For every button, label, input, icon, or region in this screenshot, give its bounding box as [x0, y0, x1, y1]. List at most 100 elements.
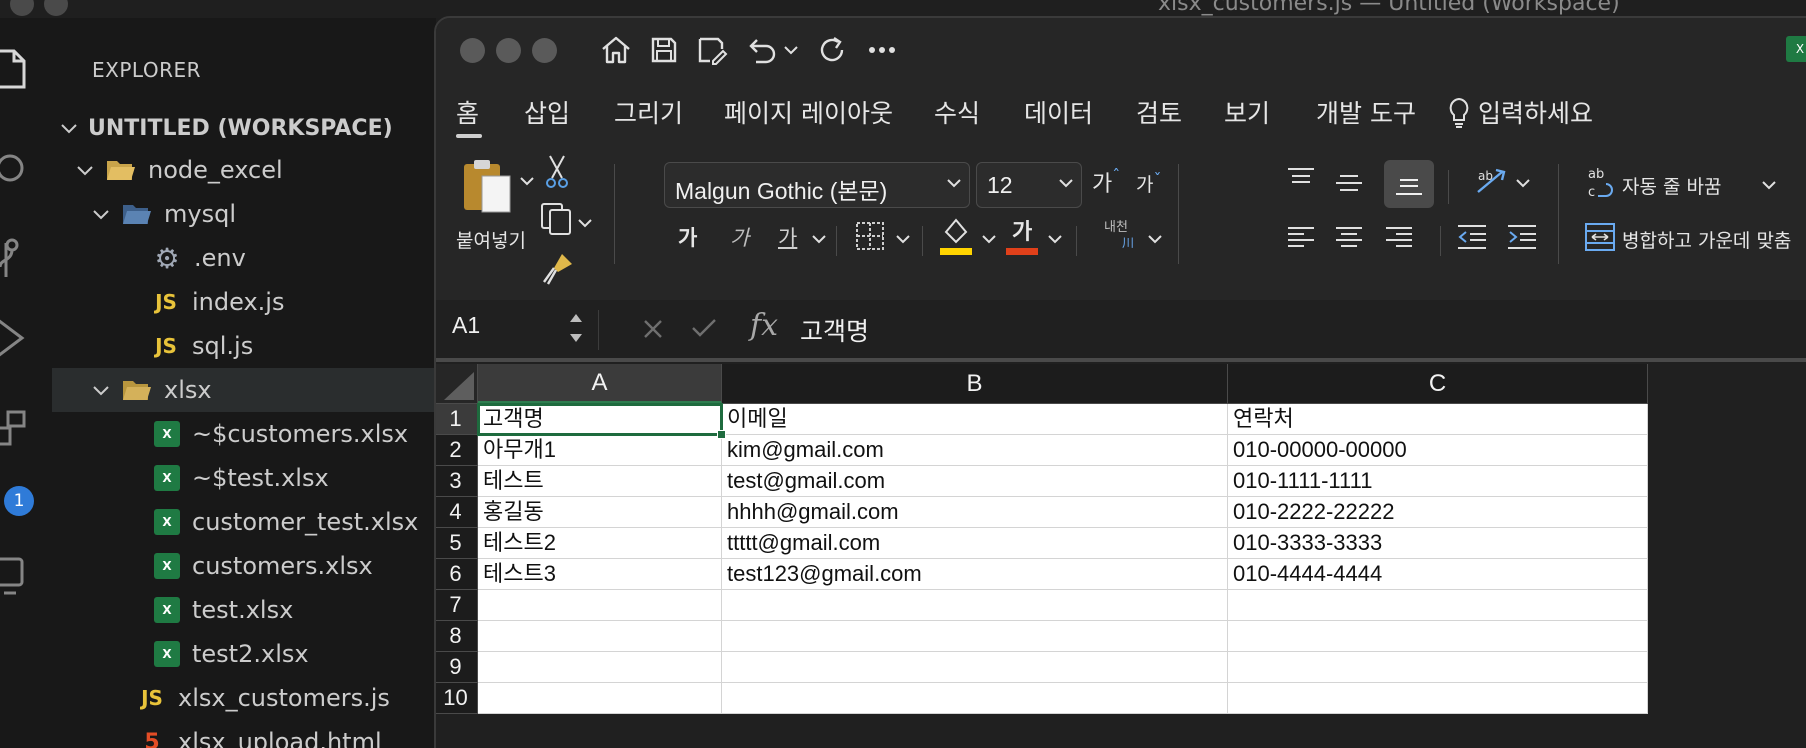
- font-color-button[interactable]: 가: [1006, 214, 1042, 256]
- borders-icon[interactable]: [854, 220, 886, 252]
- align-top-icon[interactable]: [1286, 166, 1316, 190]
- cell-c2[interactable]: 010-00000-00000: [1228, 435, 1648, 466]
- wrap-text-button[interactable]: ab c 자동 줄 바꿈: [1586, 164, 1776, 204]
- row-header[interactable]: 9: [436, 652, 478, 683]
- tab-view[interactable]: 보기: [1224, 94, 1270, 130]
- tree-item-node-excel[interactable]: node_excel: [52, 148, 436, 192]
- excel-minimize-dot[interactable]: [496, 38, 521, 63]
- workspace-section[interactable]: UNTITLED (WORKSPACE): [52, 106, 436, 150]
- cell-c7[interactable]: [1228, 590, 1648, 621]
- cell-a2[interactable]: 아무개1: [478, 435, 722, 466]
- row-header[interactable]: 7: [436, 590, 478, 621]
- cell-b3[interactable]: test@gmail.com: [722, 466, 1228, 497]
- cell-c8[interactable]: [1228, 621, 1648, 652]
- row-header[interactable]: 2: [436, 435, 478, 466]
- cell-b10[interactable]: [722, 683, 1228, 714]
- tab-insert[interactable]: 삽입: [524, 94, 570, 130]
- redo-button[interactable]: [812, 30, 852, 70]
- copy-icon[interactable]: [540, 202, 574, 236]
- cell-c10[interactable]: [1228, 683, 1648, 714]
- cell-a1[interactable]: 고객명: [477, 403, 723, 436]
- tree-item-xlsx-folder[interactable]: xlsx: [52, 368, 436, 412]
- align-center-icon[interactable]: [1334, 222, 1364, 252]
- name-box-stepper-icon[interactable]: [568, 308, 584, 348]
- more-commands-button[interactable]: [862, 30, 902, 70]
- cell-c5[interactable]: 010-3333-3333: [1228, 528, 1648, 559]
- chevron-down-icon[interactable]: [1048, 234, 1062, 244]
- chevron-down-icon[interactable]: [1516, 178, 1530, 188]
- decrease-indent-icon[interactable]: [1456, 222, 1488, 252]
- font-size-select[interactable]: 12: [976, 162, 1082, 208]
- tree-item-xlsx-file[interactable]: X ~$test.xlsx: [52, 456, 436, 500]
- cell-a8[interactable]: [478, 621, 722, 652]
- cell-b7[interactable]: [722, 590, 1228, 621]
- cell-c4[interactable]: 010-2222-22222: [1228, 497, 1648, 528]
- chevron-down-icon[interactable]: [520, 176, 534, 186]
- cell-c3[interactable]: 010-1111-1111: [1228, 466, 1648, 497]
- align-right-icon[interactable]: [1384, 222, 1414, 252]
- chevron-down-icon[interactable]: [578, 218, 592, 228]
- cell-b6[interactable]: test123@gmail.com: [722, 559, 1228, 590]
- cell-b9[interactable]: [722, 652, 1228, 683]
- tree-item-sql-js[interactable]: JS sql.js: [52, 324, 436, 368]
- tell-me-search[interactable]: 입력하세요: [1478, 94, 1593, 130]
- tree-item-xlsx-customers-js[interactable]: JS xlsx_customers.js: [52, 676, 436, 720]
- cell-b8[interactable]: [722, 621, 1228, 652]
- chevron-down-icon[interactable]: [982, 234, 996, 244]
- format-painter-icon[interactable]: [542, 252, 574, 286]
- column-header[interactable]: A: [478, 364, 722, 404]
- phonetic-guide-button[interactable]: 내천: [1104, 216, 1128, 235]
- tree-item-mysql[interactable]: mysql: [52, 192, 436, 236]
- explorer-activity[interactable]: [0, 40, 52, 100]
- tree-item-xlsx-file[interactable]: X test.xlsx: [52, 588, 436, 632]
- cell-a6[interactable]: 테스트3: [478, 559, 722, 590]
- fill-color-icon[interactable]: [938, 214, 974, 256]
- tree-item-xlsx-file[interactable]: X customer_test.xlsx: [52, 500, 436, 544]
- grow-font-button[interactable]: 가ˆ: [1092, 166, 1120, 198]
- shrink-font-button[interactable]: 가ˇ: [1136, 170, 1161, 197]
- tree-item-xlsx-upload-html[interactable]: 5 xlsx_upload.html: [52, 720, 436, 748]
- formula-input[interactable]: 고객명: [800, 312, 869, 348]
- insert-function-icon[interactable]: fx: [750, 308, 778, 343]
- column-header[interactable]: B: [722, 364, 1228, 404]
- cell-c1[interactable]: 연락처: [1228, 404, 1648, 435]
- chevron-down-icon[interactable]: [896, 234, 910, 244]
- cell-b2[interactable]: kim@gmail.com: [722, 435, 1228, 466]
- row-header[interactable]: 10: [436, 683, 478, 714]
- source-control-activity[interactable]: [0, 228, 52, 288]
- tab-developer[interactable]: 개발 도구: [1316, 94, 1416, 130]
- row-header[interactable]: 1: [436, 404, 478, 435]
- tree-item-xlsx-file[interactable]: X customers.xlsx: [52, 544, 436, 588]
- cancel-icon[interactable]: [642, 318, 664, 340]
- bold-button[interactable]: 가: [678, 222, 697, 252]
- tree-item-xlsx-file[interactable]: X ~$customers.xlsx: [52, 412, 436, 456]
- excel-zoom-dot[interactable]: [532, 38, 557, 63]
- row-header[interactable]: 6: [436, 559, 478, 590]
- tree-item-env[interactable]: ⚙ .env: [52, 236, 436, 280]
- window-minimize-dot[interactable]: [44, 0, 68, 16]
- cell-a3[interactable]: 테스트: [478, 466, 722, 497]
- cell-b5[interactable]: ttttt@gmail.com: [722, 528, 1228, 559]
- align-left-icon[interactable]: [1286, 222, 1316, 252]
- tab-home[interactable]: 홈: [456, 94, 479, 130]
- italic-button[interactable]: 가: [730, 222, 749, 252]
- tree-item-xlsx-file[interactable]: X test2.xlsx: [52, 632, 436, 676]
- enter-checkmark-icon[interactable]: [690, 316, 718, 340]
- remote-explorer-activity[interactable]: [0, 548, 52, 608]
- excel-close-dot[interactable]: [460, 38, 485, 63]
- tab-draw[interactable]: 그리기: [614, 94, 683, 130]
- cell-a7[interactable]: [478, 590, 722, 621]
- row-header[interactable]: 4: [436, 497, 478, 528]
- cell-a4[interactable]: 홍길동: [478, 497, 722, 528]
- undo-dropdown[interactable]: [780, 30, 802, 70]
- merge-center-button[interactable]: 병합하고 가운데 맞춤: [1584, 220, 1791, 260]
- cell-c9[interactable]: [1228, 652, 1648, 683]
- cut-icon[interactable]: [544, 154, 570, 190]
- fill-handle[interactable]: [717, 430, 726, 439]
- undo-button[interactable]: [742, 30, 782, 70]
- cell-b4[interactable]: hhhh@gmail.com: [722, 497, 1228, 528]
- cell-a9[interactable]: [478, 652, 722, 683]
- search-activity[interactable]: [0, 138, 52, 198]
- paste-button[interactable]: [460, 158, 520, 214]
- align-middle-icon[interactable]: [1334, 172, 1364, 196]
